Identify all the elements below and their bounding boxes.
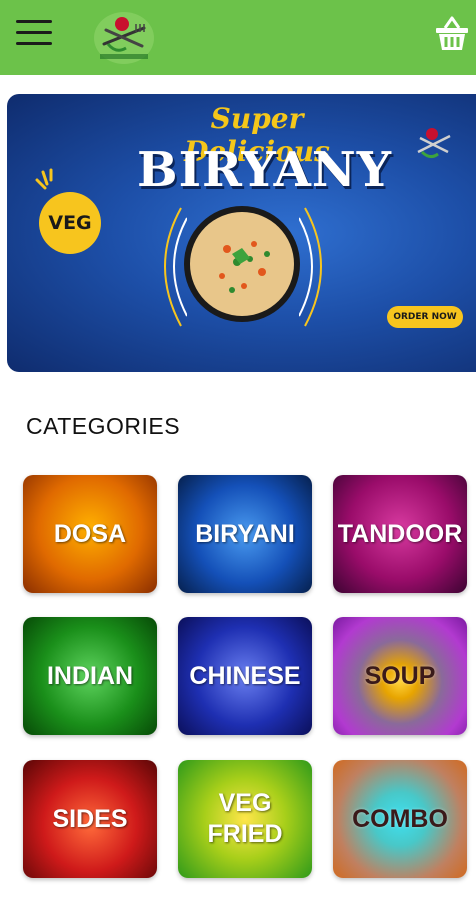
category-label: VEG FRIED: [207, 789, 283, 848]
veg-badge: VEG: [39, 192, 101, 254]
category-tile-tandoor[interactable]: TANDOOR: [333, 475, 467, 593]
banner-logo-icon: [417, 128, 451, 159]
hamburger-line: [16, 31, 52, 34]
order-now-button[interactable]: ORDER NOW: [387, 306, 463, 328]
hamburger-line: [16, 42, 52, 45]
category-tile-veg-fried[interactable]: VEG FRIED: [178, 760, 312, 878]
category-label: TANDOOR: [337, 519, 463, 548]
category-tile-chinese[interactable]: CHINESE: [178, 617, 312, 735]
category-tile-dosa[interactable]: DOSA: [23, 475, 157, 593]
category-tile-indian[interactable]: INDIAN: [23, 617, 157, 735]
category-label: BIRYANI: [195, 519, 295, 548]
category-label: SOUP: [364, 661, 436, 690]
category-label: INDIAN: [46, 661, 134, 690]
arc-decoration-right: [299, 207, 322, 327]
promo-banner[interactable]: Super Delicious BIRYANY VEG ORDER NOW: [7, 94, 476, 372]
banner-title: BIRYANY: [137, 142, 393, 198]
category-label: COMBO: [352, 804, 448, 833]
top-app-bar: [0, 0, 476, 75]
hamburger-line: [16, 20, 52, 23]
category-label: DOSA: [53, 519, 127, 548]
category-tile-combo[interactable]: COMBO: [333, 760, 467, 878]
shopping-basket-icon: [436, 16, 468, 50]
arc-decoration-left: [164, 207, 187, 327]
category-tile-biryani[interactable]: BIRYANI: [178, 475, 312, 593]
category-label: CHINESE: [189, 661, 301, 690]
category-label: SIDES: [52, 804, 128, 833]
cart-basket-button[interactable]: [432, 14, 472, 54]
categories-heading: CATEGORIES: [26, 413, 181, 439]
biryani-plate-image: [184, 206, 300, 322]
menu-button[interactable]: [16, 20, 52, 48]
restaurant-logo-icon[interactable]: [92, 10, 156, 66]
category-tile-sides[interactable]: SIDES: [23, 760, 157, 878]
category-tile-soup[interactable]: SOUP: [333, 617, 467, 735]
